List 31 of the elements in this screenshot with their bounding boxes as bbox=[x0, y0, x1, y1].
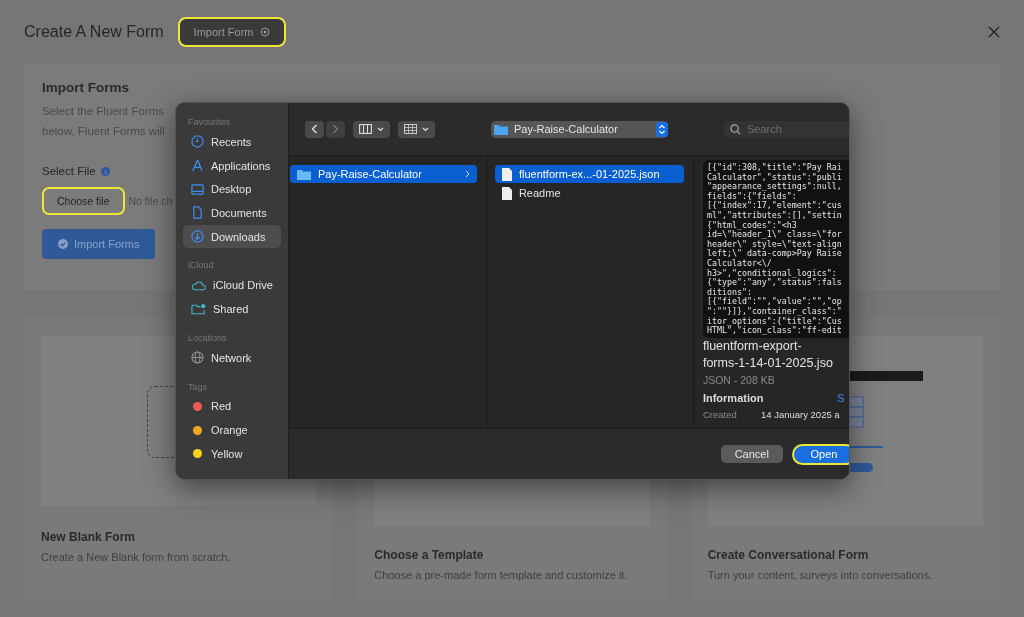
code-line: itor_options":{"title":"Cus bbox=[706, 316, 843, 327]
code-line: id=\"header_1\" class=\"for bbox=[706, 230, 843, 240]
created-value: 14 January 2025 a bbox=[760, 409, 840, 420]
info-heading: Information bbox=[702, 392, 765, 404]
code-line: {"html_codes":"<h3 bbox=[706, 220, 797, 231]
file-type-size: JSON - 208 KB bbox=[702, 374, 776, 386]
code-line: Calculator","status":"publi bbox=[706, 172, 843, 183]
file-name: fluentform-export- bbox=[702, 338, 803, 355]
code-line: HTML","icon_class":"ff-edit bbox=[706, 326, 843, 336]
code-line: ml","attributes":[],"settin bbox=[706, 210, 843, 221]
sidebar-heading: Tags bbox=[188, 381, 208, 392]
import-title: Import Forms bbox=[42, 80, 130, 95]
card-title: Create Conversational Form bbox=[707, 548, 870, 562]
card-title: New Blank Form bbox=[41, 530, 137, 544]
code-line: ":""}]},"container_class":" bbox=[706, 306, 843, 317]
code-line: [{"field":"","value":"","op bbox=[706, 297, 843, 307]
page-title: Create A New Form bbox=[24, 23, 164, 41]
file-name: forms-1-14-01-2025.jso bbox=[702, 355, 834, 372]
code-line: [{"id":308,"title":"Pay Rai bbox=[706, 163, 843, 173]
created-label: Created bbox=[702, 409, 738, 420]
select-file-label: Select File bbox=[42, 165, 96, 177]
code-line: fields":{"fields": bbox=[706, 191, 797, 202]
code-line: Calculator<\/ bbox=[706, 258, 772, 269]
code-line: {"type":"any","status":fals bbox=[706, 278, 843, 288]
code-line: left;\" data-comp>Pay Raise bbox=[706, 249, 843, 259]
code-line: [{"index":17,"element":"cus bbox=[706, 201, 843, 211]
code-line: h3>","conditional_logics": bbox=[706, 268, 837, 279]
code-line: ditions": bbox=[706, 287, 752, 297]
code-line: header\" style=\"text-align bbox=[706, 239, 843, 250]
code-line: "appearance_settings":null, bbox=[706, 182, 843, 192]
card-title: Choose a Template bbox=[374, 548, 485, 562]
